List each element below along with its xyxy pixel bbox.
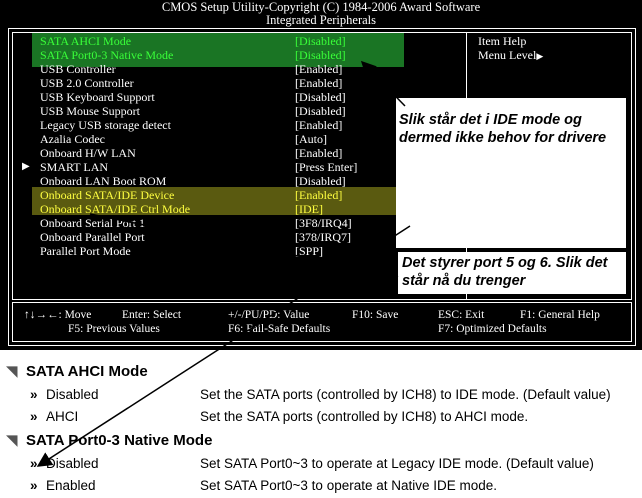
annotation-arrows	[36, 60, 411, 467]
arrow-to-disabled-option	[36, 225, 411, 467]
arrow-to-sata-native-mode	[360, 60, 406, 107]
arrow-to-port-note	[89, 213, 399, 281]
